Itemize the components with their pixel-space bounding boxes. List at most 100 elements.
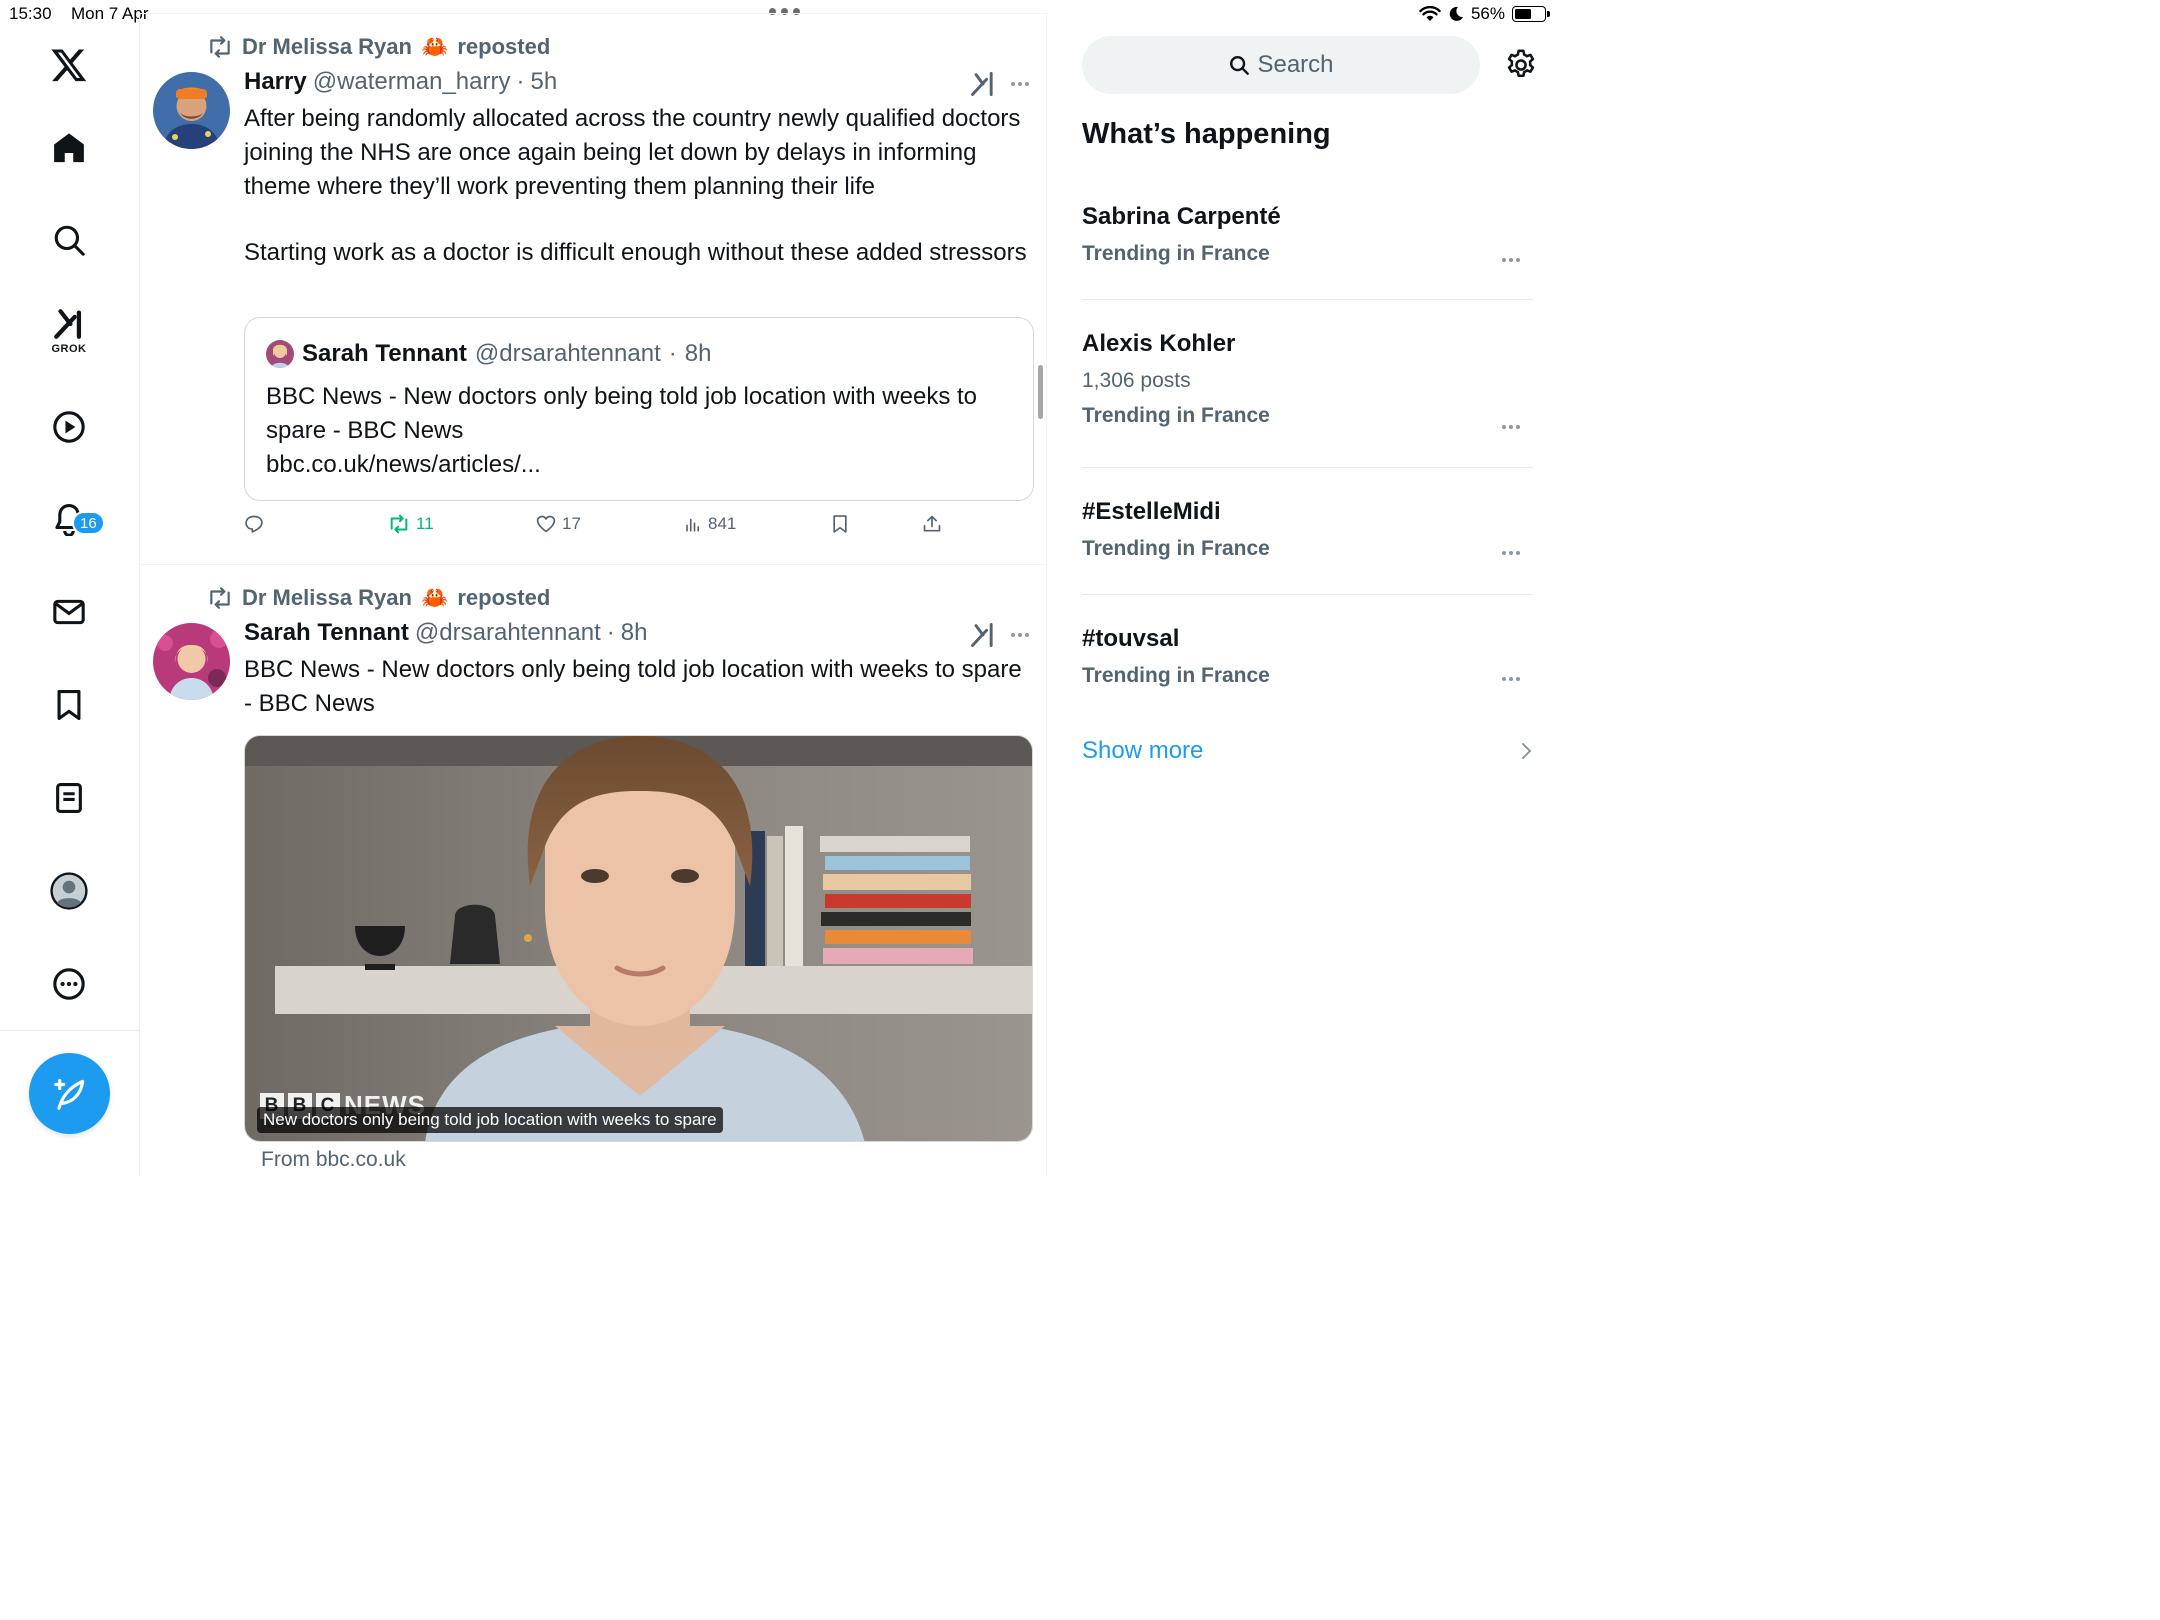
quote-tweet-card[interactable]: Sarah Tennant @drsarahtennant · 8h BBC N… — [244, 317, 1034, 501]
repost-icon — [210, 36, 230, 58]
trend-name: #touvsal — [1082, 625, 1180, 652]
x-logo-icon[interactable] — [40, 36, 98, 94]
search-icon — [1230, 56, 1250, 75]
more-options-icon[interactable] — [40, 955, 98, 1013]
reply-icon — [245, 515, 263, 533]
reply-button[interactable] — [244, 514, 270, 534]
settings-gear-icon[interactable] — [1504, 48, 1538, 82]
tweet-time[interactable]: 8h — [621, 619, 648, 647]
trend-context: Trending in France — [1082, 537, 1270, 560]
notifications-badge: 16 — [72, 511, 105, 535]
trend-more-icon[interactable] — [1499, 421, 1523, 433]
repost-emoji: 🦀 — [420, 34, 449, 59]
author-avatar[interactable] — [153, 72, 230, 149]
repost-suffix: reposted — [457, 585, 551, 610]
app-root: 15:30 Mon 7 Apr 56% GROK 16 Dr Melissa R… — [0, 0, 1560, 1176]
trend-more-icon[interactable] — [1499, 547, 1523, 559]
share-icon — [923, 515, 941, 532]
repost-icon — [210, 587, 230, 609]
bookmark-icon — [833, 515, 847, 533]
left-nav: GROK 16 — [0, 14, 140, 1176]
tweet-1[interactable]: Dr Melissa Ryan 🦀 reposted Harry @waterm… — [140, 14, 1046, 564]
author-avatar[interactable] — [153, 623, 230, 700]
quote-text-headline: BBC News - New doctors only being told j… — [266, 383, 977, 444]
compose-post-button[interactable] — [29, 1053, 110, 1134]
grok-icon — [54, 309, 82, 339]
search-input[interactable]: Search — [1082, 36, 1480, 94]
show-more-label: Show more — [1082, 737, 1204, 764]
whats-happening-title: What’s happening — [1082, 118, 1331, 150]
trend-divider — [1082, 594, 1533, 595]
trend-name: Alexis Kohler — [1082, 330, 1236, 357]
tweet-header: Sarah Tennant @drsarahtennant · 8h — [244, 619, 647, 647]
like-count: 17 — [562, 514, 581, 533]
retweet-icon — [390, 514, 408, 534]
retweet-count: 11 — [416, 514, 434, 533]
repost-context: Dr Melissa Ryan 🦀 reposted — [207, 585, 550, 611]
repost-emoji: 🦀 — [420, 585, 449, 610]
grok-explain-icon[interactable] — [969, 621, 997, 649]
tweet-time[interactable]: 5h — [530, 68, 557, 96]
quote-author-handle[interactable]: @drsarahtennant — [475, 340, 661, 368]
timeline: Dr Melissa Ryan 🦀 reposted Harry @waterm… — [140, 14, 1047, 1176]
author-name[interactable]: Harry — [244, 68, 307, 96]
nav-divider — [0, 1030, 140, 1031]
trend-item[interactable]: #touvsal Trending in France — [1082, 625, 1533, 688]
author-name[interactable]: Sarah Tennant — [244, 619, 409, 647]
trend-more-icon[interactable] — [1499, 254, 1523, 266]
bookmarks-icon[interactable] — [40, 676, 98, 734]
wifi-icon — [1419, 6, 1441, 21]
media-caption: New doctors only being told job location… — [257, 1107, 723, 1133]
media-source[interactable]: From bbc.co.uk — [261, 1148, 406, 1172]
trend-more-icon[interactable] — [1499, 673, 1523, 685]
messages-icon[interactable] — [40, 583, 98, 641]
moon-icon — [1449, 6, 1463, 21]
tweet-actions: 11 17 841 — [244, 514, 944, 544]
quote-link[interactable]: bbc.co.uk/news/articles/... — [266, 448, 1016, 482]
author-handle[interactable]: @drsarahtennant — [415, 619, 601, 647]
status-indicators: 56% — [1419, 4, 1550, 24]
battery-percent: 56% — [1470, 4, 1505, 23]
trend-item[interactable]: #EstelleMidi Trending in France — [1082, 498, 1533, 561]
trend-post-count: 1,306 posts — [1082, 369, 1191, 392]
search-placeholder: Search — [1257, 51, 1334, 78]
quote-header: Sarah Tennant @drsarahtennant · 8h — [266, 340, 711, 368]
author-handle[interactable]: @waterman_harry — [313, 68, 511, 96]
repost-author[interactable]: Dr Melissa Ryan — [242, 34, 412, 60]
separator-dot: · — [516, 68, 525, 95]
trend-divider — [1082, 467, 1533, 468]
home-icon[interactable] — [40, 119, 98, 177]
grok-nav-item[interactable]: GROK — [40, 302, 98, 360]
tweet-text-paragraph-2: Starting work as a doctor is difficult e… — [244, 239, 1027, 266]
trend-name: Sabrina Carpenté — [1082, 203, 1281, 230]
tweet-header: Harry @waterman_harry · 5h — [244, 68, 557, 96]
repost-context: Dr Melissa Ryan 🦀 reposted — [207, 34, 550, 60]
search-icon[interactable] — [40, 211, 98, 269]
trend-context: Trending in France — [1082, 664, 1270, 687]
quote-author-name[interactable]: Sarah Tennant — [302, 340, 467, 368]
lists-icon[interactable] — [40, 769, 98, 827]
heart-icon — [536, 515, 556, 533]
repost-author[interactable]: Dr Melissa Ryan — [242, 585, 412, 611]
link-preview-image[interactable]: B B C NEWS New doctors only being told j… — [244, 735, 1033, 1142]
repost-suffix: reposted — [457, 34, 551, 59]
more-icon[interactable] — [1009, 73, 1031, 95]
more-icon[interactable] — [1009, 624, 1031, 646]
trend-context: Trending in France — [1082, 242, 1270, 265]
like-button[interactable]: 17 — [536, 514, 581, 534]
grok-explain-icon[interactable] — [969, 70, 997, 98]
video-icon[interactable] — [40, 398, 98, 456]
views-icon — [686, 518, 700, 532]
profile-avatar[interactable] — [40, 862, 98, 920]
trend-item[interactable]: Sabrina Carpenté Trending in France — [1082, 203, 1533, 266]
tweet-text-paragraph-1: After being randomly allocated across th… — [244, 105, 1021, 200]
retweet-button[interactable]: 11 — [388, 514, 434, 534]
bookmark-button[interactable] — [830, 514, 850, 534]
scrollbar[interactable] — [1038, 365, 1043, 419]
trend-name: #EstelleMidi — [1082, 498, 1221, 525]
share-button[interactable] — [922, 514, 942, 534]
views-button[interactable]: 841 — [684, 514, 736, 534]
trend-item[interactable]: Alexis Kohler 1,306 posts Trending in Fr… — [1082, 330, 1533, 429]
battery-icon — [1512, 6, 1550, 22]
show-more-link[interactable]: Show more — [1082, 737, 1533, 765]
